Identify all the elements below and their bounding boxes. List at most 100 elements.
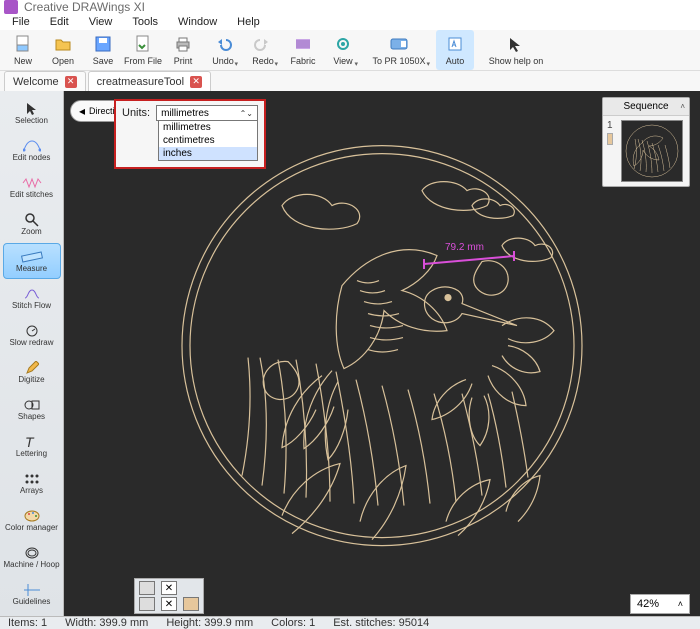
units-dropdown[interactable]: millimetres ⌃⌄: [156, 105, 258, 121]
swatch-cell[interactable]: [139, 581, 155, 595]
caret-down-icon: ▾: [274, 60, 278, 68]
tool-zoom[interactable]: Zoom: [3, 206, 61, 242]
close-icon[interactable]: ✕: [190, 76, 202, 88]
document-tab-bar: Welcome ✕ creatmeasureTool ✕: [0, 71, 700, 91]
color-swatch-panel: ✕ ✕: [134, 578, 204, 614]
title-bar: Creative DRAWings XI: [0, 0, 700, 14]
print-button[interactable]: Print: [164, 30, 202, 70]
menu-help[interactable]: Help: [227, 14, 270, 30]
tool-color-manager[interactable]: Color manager: [3, 502, 61, 538]
redo-button[interactable]: Redo▾: [244, 30, 282, 70]
auto-button[interactable]: Auto: [436, 30, 474, 70]
sequence-color-swatch: [607, 133, 613, 145]
swatch-cell-x[interactable]: ✕: [161, 597, 177, 611]
status-stitches: Est. stitches: 95014: [333, 617, 429, 629]
app-title: Creative DRAWings XI: [24, 0, 145, 14]
tool-digitize[interactable]: Digitize: [3, 354, 61, 390]
save-disk-icon: [93, 34, 113, 54]
caret-down-icon: ▾: [426, 60, 430, 68]
slow-redraw-icon: [21, 324, 43, 338]
tool-stitch-flow[interactable]: Stitch Flow: [3, 280, 61, 316]
collapse-up-icon[interactable]: ˄: [680, 102, 685, 111]
units-option-mm[interactable]: millimetres: [159, 121, 257, 134]
menu-bar: File Edit View Tools Window Help: [0, 14, 700, 30]
main-toolbar: New Open Save From File Print Undo▾ Redo…: [0, 30, 700, 71]
printer-icon: [173, 34, 193, 54]
measure-overlay: 79.2 mm: [419, 246, 529, 276]
menu-window[interactable]: Window: [168, 14, 227, 30]
text-icon: T: [21, 435, 43, 449]
ruler-icon: [21, 250, 43, 264]
sequence-thumbnail[interactable]: [621, 120, 683, 182]
magnifier-icon: [21, 213, 43, 227]
view-icon: [333, 34, 353, 54]
menu-file[interactable]: File: [2, 14, 40, 30]
tool-selection[interactable]: Selection: [3, 95, 61, 131]
undo-button[interactable]: Undo▾: [204, 30, 242, 70]
sequence-header[interactable]: Sequence ˄: [603, 98, 689, 116]
swatch-cell-x[interactable]: ✕: [161, 581, 177, 595]
caret-down-icon: ▾: [354, 60, 358, 68]
new-button[interactable]: New: [4, 30, 42, 70]
status-bar: Items: 1 Width: 399.9 mm Height: 399.9 m…: [0, 616, 700, 629]
machine-icon: [389, 34, 409, 54]
menu-tools[interactable]: Tools: [122, 14, 168, 30]
design-artwork: [172, 135, 592, 555]
chevron-updown-icon: ⌃⌄: [240, 109, 253, 118]
chevron-up-icon: ˄: [678, 599, 683, 609]
edit-nodes-icon: [21, 139, 43, 153]
tool-arrays[interactable]: Arrays: [3, 465, 61, 501]
menu-view[interactable]: View: [79, 14, 123, 30]
tool-edit-nodes[interactable]: Edit nodes: [3, 132, 61, 168]
tool-edit-stitches[interactable]: Edit stitches: [3, 169, 61, 205]
arrow-left-icon: ◂: [79, 104, 85, 118]
tool-shapes[interactable]: Shapes: [3, 391, 61, 427]
tab-document[interactable]: creatmeasureTool ✕: [88, 71, 211, 91]
pencil-icon: [21, 361, 43, 375]
undo-icon: [213, 34, 233, 54]
from-file-button[interactable]: From File: [124, 30, 162, 70]
status-height: Height: 399.9 mm: [166, 617, 253, 629]
menu-edit[interactable]: Edit: [40, 14, 79, 30]
arrays-icon: [21, 472, 43, 486]
tool-guidelines[interactable]: Guidelines: [3, 576, 61, 612]
measure-value: 79.2 mm: [445, 242, 484, 253]
tab-welcome[interactable]: Welcome ✕: [4, 71, 86, 91]
stitch-flow-icon: [21, 287, 43, 301]
tab-welcome-label: Welcome: [13, 76, 59, 88]
open-folder-icon: [53, 34, 73, 54]
redo-icon: [253, 34, 273, 54]
swatch-active-color[interactable]: [183, 597, 199, 611]
edit-stitches-icon: [21, 176, 43, 190]
tab-document-label: creatmeasureTool: [97, 76, 184, 88]
canvas[interactable]: ◂Directions Units: millimetres ⌃⌄ millim…: [64, 91, 700, 616]
swatch-cell[interactable]: [139, 597, 155, 611]
tool-machine-hoop[interactable]: Machine / Hoop: [3, 539, 61, 575]
tool-slow-redraw[interactable]: Slow redraw: [3, 317, 61, 353]
view-button[interactable]: View▾: [324, 30, 362, 70]
fabric-icon: [293, 34, 313, 54]
caret-down-icon: ▾: [234, 60, 238, 68]
open-button[interactable]: Open: [44, 30, 82, 70]
guidelines-icon: [21, 583, 43, 597]
status-colors: Colors: 1: [271, 617, 315, 629]
zoom-value: 42%: [637, 598, 659, 610]
units-selected-value: millimetres: [161, 108, 209, 119]
tool-measure[interactable]: Measure: [3, 243, 61, 279]
zoom-indicator[interactable]: 42% ˄: [630, 594, 690, 614]
to-pr-button[interactable]: To PR 1050X▾: [364, 30, 434, 70]
tool-lettering[interactable]: TLettering: [3, 428, 61, 464]
save-button[interactable]: Save: [84, 30, 122, 70]
status-items: Items: 1: [8, 617, 47, 629]
help-cursor-icon: [506, 34, 526, 54]
tool-palette: Selection Edit nodes Edit stitches Zoom …: [0, 91, 64, 616]
new-file-icon: [13, 34, 33, 54]
status-width: Width: 399.9 mm: [65, 617, 148, 629]
sequence-item-number: 1: [607, 120, 617, 131]
fabric-button[interactable]: Fabric: [284, 30, 322, 70]
units-label: Units:: [122, 107, 150, 119]
show-help-button[interactable]: Show help on: [476, 30, 556, 70]
import-file-icon: [133, 34, 153, 54]
close-icon[interactable]: ✕: [65, 76, 77, 88]
hoop-icon: [21, 546, 43, 560]
